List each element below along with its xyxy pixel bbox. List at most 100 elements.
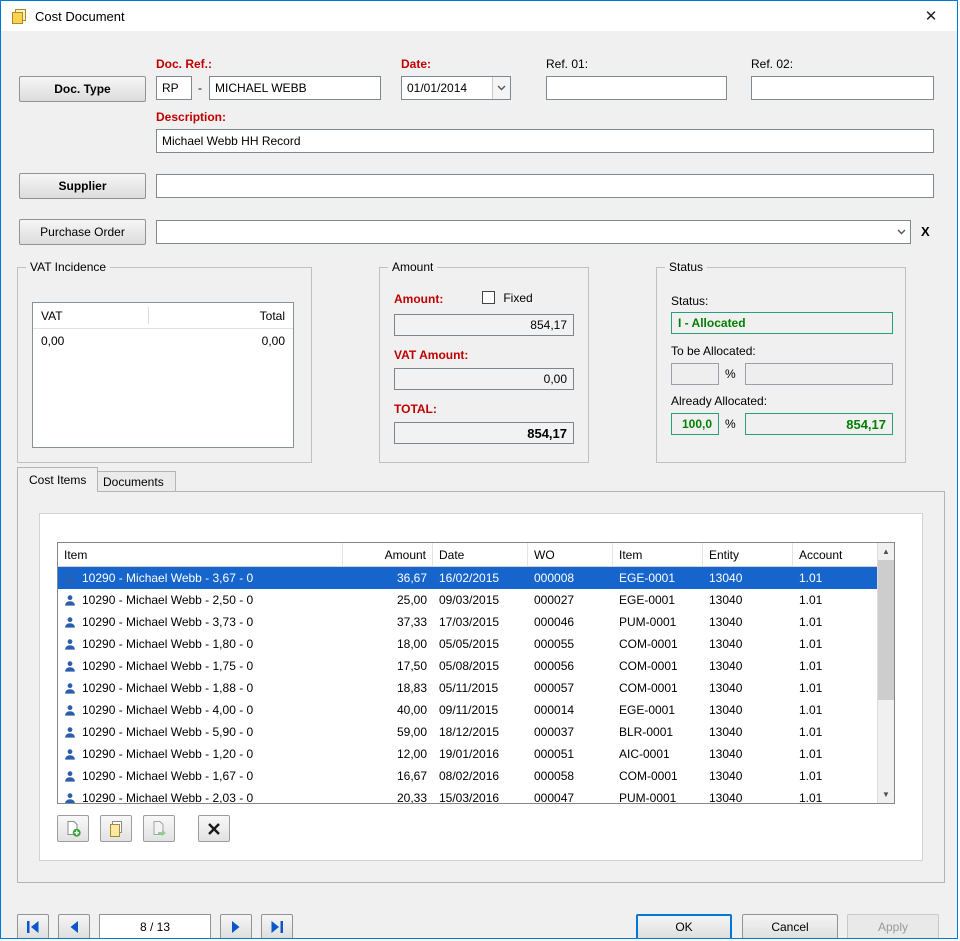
close-icon[interactable]: ✕: [915, 2, 947, 30]
cell-item: 10290 - Michael Webb - 1,80 - 0: [58, 633, 343, 655]
percent-sign: %: [725, 417, 736, 431]
cost-document-dialog: Cost Document ✕ Doc. Ref.: Date: Ref. 01…: [0, 0, 958, 939]
cancel-button[interactable]: Cancel: [742, 914, 838, 939]
first-page-button[interactable]: [17, 914, 49, 939]
cell-account: 1.01: [793, 699, 877, 721]
page-indicator: 8 / 13: [99, 914, 211, 939]
fixed-label: Fixed: [503, 291, 532, 305]
person-icon: [64, 682, 76, 695]
person-icon: [64, 594, 76, 607]
scroll-up-icon[interactable]: ▲: [878, 543, 894, 560]
purchase-order-input[interactable]: [157, 225, 892, 239]
table-row[interactable]: 10290 - Michael Webb - 1,80 - 018,0005/0…: [58, 633, 877, 655]
table-row[interactable]: 10290 - Michael Webb - 2,50 - 025,0009/0…: [58, 589, 877, 611]
column-header-item[interactable]: Item: [58, 543, 343, 566]
supplier-button[interactable]: Supplier: [19, 173, 146, 199]
document-plus-icon: [64, 820, 82, 838]
cell-entity: 13040: [703, 787, 793, 803]
cell-item2: BLR-0001: [613, 721, 703, 743]
table-row[interactable]: 10290 - Michael Webb - 3,67 - 036,6716/0…: [58, 567, 877, 589]
date-picker[interactable]: [401, 76, 511, 100]
cell-date: 05/05/2015: [433, 633, 528, 655]
doc-ref-input[interactable]: [209, 76, 381, 100]
ok-button[interactable]: OK: [636, 914, 732, 939]
cell-date: 15/03/2016: [433, 787, 528, 803]
next-page-button[interactable]: [220, 914, 252, 939]
column-header-wo[interactable]: WO: [528, 543, 613, 566]
cell-amount: 37,33: [343, 611, 433, 633]
column-header-account[interactable]: Account: [793, 543, 879, 566]
cell-item2: EGE-0001: [613, 699, 703, 721]
cell-item: 10290 - Michael Webb - 1,75 - 0: [58, 655, 343, 677]
cell-date: 09/11/2015: [433, 699, 528, 721]
total-column-header: Total: [260, 309, 285, 323]
column-header-entity[interactable]: Entity: [703, 543, 793, 566]
cell-amount: 36,67: [343, 567, 433, 589]
ref02-input[interactable]: [751, 76, 934, 100]
cell-amount: 40,00: [343, 699, 433, 721]
column-header-date[interactable]: Date: [433, 543, 528, 566]
status-field: I - Allocated: [671, 312, 893, 334]
previous-page-button[interactable]: [58, 914, 90, 939]
table-row[interactable]: 10290 - Michael Webb - 1,20 - 012,0019/0…: [58, 743, 877, 765]
table-row[interactable]: 10290 - Michael Webb - 3,73 - 037,3317/0…: [58, 611, 877, 633]
purchase-order-combo[interactable]: [156, 220, 911, 244]
total-field: [394, 422, 574, 444]
delete-cost-item-button[interactable]: [198, 815, 230, 842]
table-row[interactable]: 10290 - Michael Webb - 1,67 - 016,6708/0…: [58, 765, 877, 787]
description-input[interactable]: [156, 129, 934, 153]
cell-wo: 000014: [528, 699, 613, 721]
doc-ref-prefix-input[interactable]: [156, 76, 192, 100]
doc-type-button[interactable]: Doc. Type: [19, 76, 146, 102]
titlebar: Cost Document ✕: [1, 1, 957, 31]
cell-item2: COM-0001: [613, 765, 703, 787]
table-row[interactable]: 10290 - Michael Webb - 1,88 - 018,8305/1…: [58, 677, 877, 699]
last-page-button[interactable]: [261, 914, 293, 939]
cost-items-tab-page: ItemAmountDateWOItemEntityAccount 10290 …: [17, 491, 945, 883]
add-cost-item-button[interactable]: [57, 815, 89, 842]
scroll-down-icon[interactable]: ▼: [878, 786, 894, 803]
table-row[interactable]: 10290 - Michael Webb - 4,00 - 040,0009/1…: [58, 699, 877, 721]
cell-account: 1.01: [793, 589, 877, 611]
cell-account: 1.01: [793, 743, 877, 765]
last-page-icon: [269, 920, 285, 934]
person-icon: [64, 572, 76, 585]
vertical-scrollbar[interactable]: ▲ ▼: [877, 543, 894, 803]
tab-cost-items[interactable]: Cost Items: [17, 467, 98, 492]
status-group-title: Status: [665, 260, 707, 274]
purchase-order-button[interactable]: Purchase Order: [19, 219, 146, 245]
column-header-item2[interactable]: Item: [613, 543, 703, 566]
clear-purchase-order-button[interactable]: X: [921, 224, 930, 239]
cell-item: 10290 - Michael Webb - 1,67 - 0: [58, 765, 343, 787]
chevron-down-icon[interactable]: [892, 221, 910, 243]
cell-wo: 000008: [528, 567, 613, 589]
cell-amount: 59,00: [343, 721, 433, 743]
table-row[interactable]: 10290 - Michael Webb - 5,90 - 059,0018/1…: [58, 721, 877, 743]
person-icon: [64, 616, 76, 629]
cell-item2: COM-0001: [613, 633, 703, 655]
ref02-label: Ref. 02:: [751, 57, 793, 71]
copy-cost-item-button[interactable]: [100, 815, 132, 842]
cell-entity: 13040: [703, 677, 793, 699]
tab-documents[interactable]: Documents: [91, 471, 176, 492]
link-cost-item-button[interactable]: [143, 815, 175, 842]
column-header-amount[interactable]: Amount: [343, 543, 433, 566]
fixed-checkbox[interactable]: [482, 291, 495, 304]
table-row[interactable]: 10290 - Michael Webb - 1,75 - 017,5005/0…: [58, 655, 877, 677]
date-input[interactable]: [402, 81, 492, 95]
cell-account: 1.01: [793, 765, 877, 787]
supplier-input[interactable]: [156, 174, 934, 198]
person-icon: [64, 748, 76, 761]
ref01-input[interactable]: [546, 76, 727, 100]
cell-entity: 13040: [703, 721, 793, 743]
cell-wo: 000047: [528, 787, 613, 803]
table-row[interactable]: 10290 - Michael Webb - 2,03 - 020,3315/0…: [58, 787, 877, 803]
cell-entity: 13040: [703, 567, 793, 589]
person-icon: [64, 704, 76, 717]
cell-account: 1.01: [793, 655, 877, 677]
cell-account: 1.01: [793, 611, 877, 633]
chevron-down-icon[interactable]: [492, 77, 510, 99]
scroll-thumb[interactable]: [878, 560, 894, 700]
to-be-allocated-label: To be Allocated:: [671, 344, 756, 358]
cell-date: 18/12/2015: [433, 721, 528, 743]
